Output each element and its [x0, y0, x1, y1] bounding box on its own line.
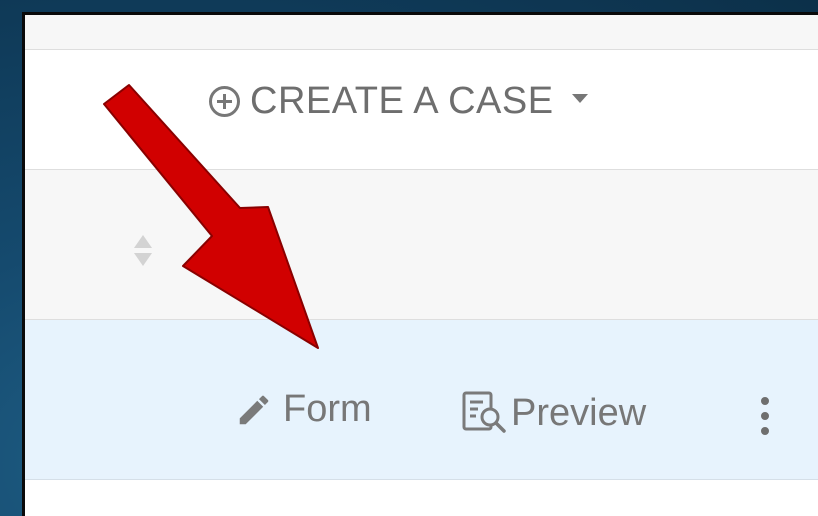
- sort-up-icon: [134, 235, 152, 248]
- table-header-row: [25, 170, 818, 320]
- app-panel: CREATE A CASE Form Preview: [22, 12, 818, 516]
- sort-icon[interactable]: [134, 235, 152, 277]
- create-case-label: CREATE A CASE: [250, 79, 554, 122]
- ellipsis-dot: [761, 397, 769, 405]
- create-case-button[interactable]: CREATE A CASE: [209, 77, 588, 125]
- pencil-icon: [239, 395, 269, 424]
- caret-down-icon[interactable]: [571, 93, 588, 103]
- preview-label: Preview: [511, 391, 647, 434]
- plus-circle-icon: [209, 85, 240, 117]
- preview-button[interactable]: Preview: [461, 390, 646, 436]
- form-label: Form: [283, 388, 372, 430]
- top-strip: [25, 15, 818, 50]
- sort-down-icon: [134, 253, 152, 266]
- ellipsis-dot: [761, 427, 769, 435]
- ellipsis-dot: [761, 412, 769, 420]
- toolbar-row: CREATE A CASE: [25, 50, 818, 170]
- next-row: [25, 480, 818, 516]
- vertical-ellipsis-icon[interactable]: [755, 395, 775, 445]
- table-row: Form Preview: [25, 320, 818, 480]
- form-button[interactable]: Form: [235, 388, 372, 431]
- document-search-icon: [462, 391, 506, 433]
